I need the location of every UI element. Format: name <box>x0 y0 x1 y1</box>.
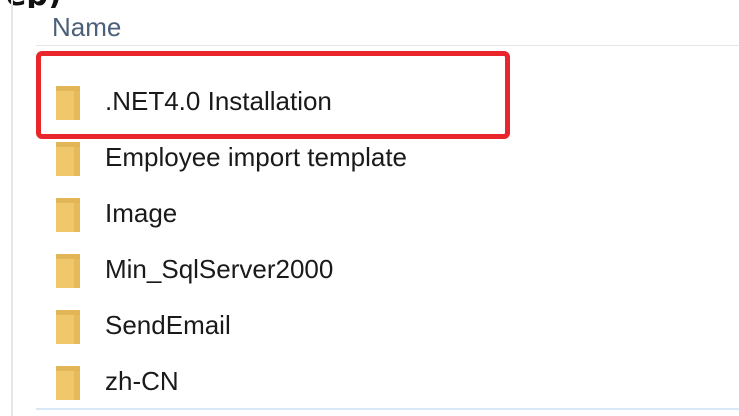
pane-divider <box>11 0 13 416</box>
folder-icon <box>56 254 80 288</box>
folder-row-employee-import-template[interactable]: Employee import template <box>36 132 716 188</box>
folder-icon <box>56 366 80 400</box>
folder-name: zh-CN <box>105 366 179 396</box>
folder-row-sendemail[interactable]: SendEmail <box>36 300 716 356</box>
column-header-row: Name <box>36 8 739 46</box>
folder-name: Employee import template <box>105 142 408 172</box>
folder-row-zh-cn[interactable]: zh-CN <box>36 356 716 412</box>
folder-icon <box>56 198 80 232</box>
cropped-title-fragment: ep) <box>0 0 739 8</box>
header-divider <box>36 45 739 46</box>
highlight-annotation-box <box>36 51 510 139</box>
folder-name: Min_SqlServer2000 <box>105 254 334 284</box>
file-explorer-view: ep) Name .NET4.0 Installation <box>0 0 739 416</box>
cropped-title-text: ep) <box>6 0 62 8</box>
folder-name: SendEmail <box>105 310 231 340</box>
folder-icon <box>56 142 80 176</box>
selection-edge-line <box>36 408 739 410</box>
folder-icon <box>56 310 80 344</box>
folder-name: Image <box>105 198 178 228</box>
column-header-name[interactable]: Name <box>52 12 121 43</box>
folder-row-image[interactable]: Image <box>36 188 716 244</box>
folder-row-min-sqlserver2000[interactable]: Min_SqlServer2000 <box>36 244 716 300</box>
